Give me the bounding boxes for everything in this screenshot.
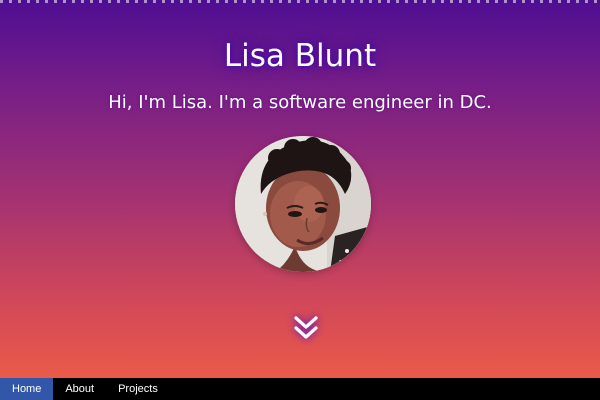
- nav-about[interactable]: About: [53, 378, 106, 400]
- nav-projects[interactable]: Projects: [106, 378, 170, 400]
- avatar: [235, 136, 371, 272]
- bottom-navbar: Home About Projects: [0, 378, 600, 400]
- profile-photo-icon: [235, 136, 371, 272]
- hero-tagline: Hi, I'm Lisa. I'm a software engineer in…: [108, 92, 492, 113]
- scroll-down-button[interactable]: [291, 313, 321, 343]
- page-title: Lisa Blunt: [223, 38, 377, 74]
- hero-section: Lisa Blunt Hi, I'm Lisa. I'm a software …: [0, 0, 600, 378]
- top-border-decoration: [0, 0, 600, 3]
- nav-home[interactable]: Home: [0, 378, 54, 400]
- double-chevron-down-icon: [294, 316, 318, 339]
